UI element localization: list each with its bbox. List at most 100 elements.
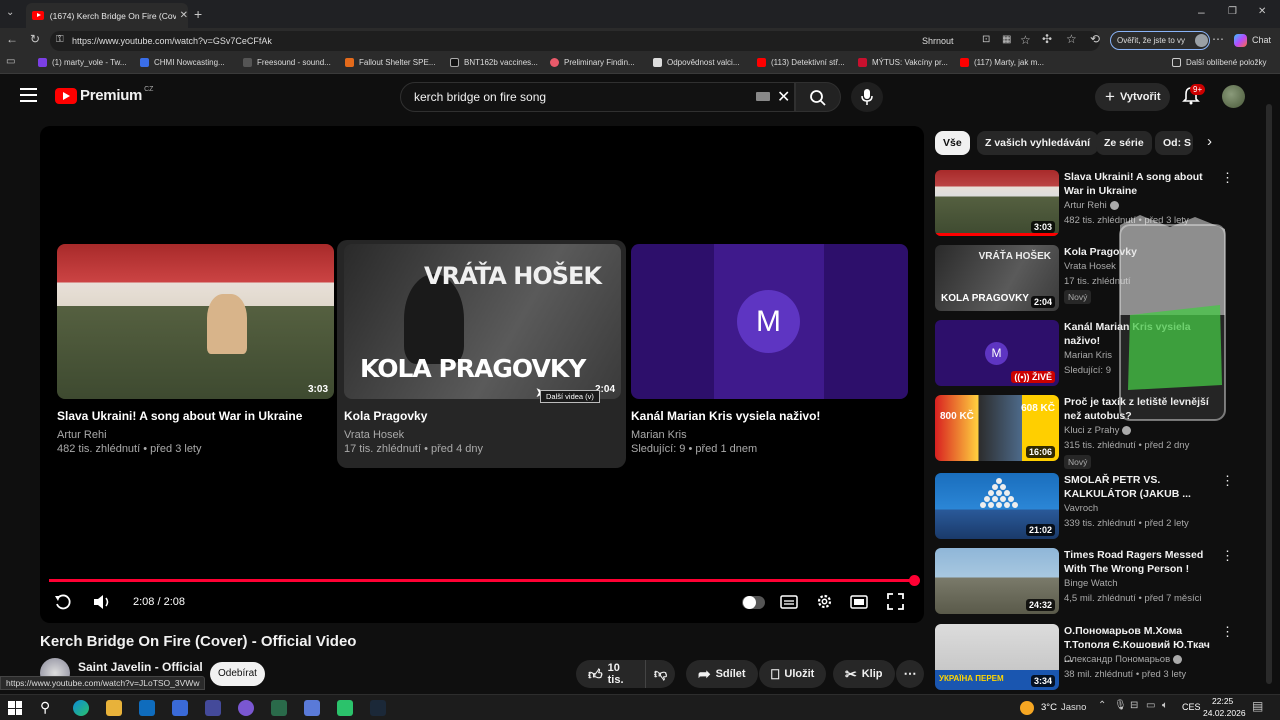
tab-close-icon[interactable]: ✕: [180, 10, 188, 21]
back-icon[interactable]: ←: [6, 33, 18, 45]
chip-from-channel[interactable]: Od: S: [1155, 131, 1193, 155]
notifications-button[interactable]: 9+: [1182, 84, 1206, 111]
calculator-icon[interactable]: [172, 700, 188, 716]
share-button[interactable]: ➦ Sdílet: [686, 660, 758, 688]
battery-icon[interactable]: ▭: [1146, 701, 1155, 711]
more-vertical-icon[interactable]: ⋮: [1221, 473, 1234, 489]
chat-button[interactable]: Chat: [1252, 35, 1271, 45]
more-vertical-icon[interactable]: ⋮: [1221, 548, 1234, 564]
file-explorer-icon[interactable]: [106, 700, 122, 716]
bookmark-item[interactable]: (113) Detektivní stř...: [757, 58, 845, 67]
url-field[interactable]: ⚿ https://www.youtube.com/watch?v=GSv7Ce…: [50, 31, 1100, 51]
chip-from-series[interactable]: Ze série: [1096, 131, 1152, 155]
bookmark-item[interactable]: CHMI Nowcasting...: [140, 58, 225, 67]
endcard-video[interactable]: 3:03 Slava Ukraini! A song about War in …: [57, 244, 334, 456]
clock-time[interactable]: 22:25: [1212, 696, 1233, 706]
like-button[interactable]: 👍︎ 10 tis.: [576, 660, 645, 688]
replay-icon[interactable]: [54, 593, 72, 611]
more-actions-button[interactable]: ⋯: [896, 660, 924, 688]
autoplay-toggle[interactable]: [742, 596, 765, 609]
verify-identity-button[interactable]: Ověřit, že jste to vy: [1110, 31, 1210, 50]
bookmark-item[interactable]: (117) Marty, jak m...: [960, 58, 1044, 67]
game-app-icon[interactable]: [337, 700, 353, 716]
chip-all[interactable]: Vše: [935, 131, 970, 155]
endcard-channel-live[interactable]: M Kanál Marian Kris vysiela naživo! Mari…: [631, 244, 908, 456]
more-vertical-icon[interactable]: ⋮: [1221, 624, 1234, 640]
scrollbar[interactable]: [1266, 104, 1272, 684]
tray-chevron-icon[interactable]: ⌃: [1098, 701, 1106, 711]
voice-search-button[interactable]: [851, 82, 883, 112]
bookmark-item[interactable]: MÝTUS: Vakcíny pr...: [858, 58, 948, 67]
fullscreen-icon[interactable]: [887, 593, 904, 610]
bookmark-item[interactable]: BNT162b vaccines...: [450, 58, 538, 67]
weather-icon[interactable]: [1020, 701, 1034, 715]
save-app-icon[interactable]: [205, 700, 221, 716]
dislike-button[interactable]: 👎︎: [645, 660, 675, 688]
recommended-video[interactable]: 21:02 SMOLAŘ PETR VS. KALKULÁTOR (JAKUB …: [935, 473, 1235, 539]
microphone-icon[interactable]: 🎙︎: [1114, 701, 1127, 711]
new-tab-icon[interactable]: +: [194, 7, 202, 21]
browser-tab-active[interactable]: (1674) Kerch Bridge On Fire (Cover ✕: [26, 3, 188, 28]
extension-icon[interactable]: ✣: [1042, 33, 1052, 45]
keyboard-icon[interactable]: [756, 92, 770, 101]
app-icon[interactable]: ▦: [1002, 35, 1011, 45]
windows-start-icon[interactable]: [8, 701, 22, 715]
tab-list-icon[interactable]: ⌄: [6, 8, 14, 18]
search-icon[interactable]: ⚲: [40, 700, 50, 714]
outlook-icon[interactable]: [139, 700, 155, 716]
bookmark-item[interactable]: Preliminary Findin...: [550, 58, 635, 67]
chevron-right-icon[interactable]: ›: [1207, 133, 1212, 150]
speaker-icon[interactable]: 🔈︎: [1162, 701, 1168, 711]
notification-center-icon[interactable]: ▤: [1252, 700, 1263, 712]
bookmark-item[interactable]: (1) marty_vole - Tw...: [38, 58, 127, 67]
account-avatar[interactable]: [1222, 85, 1245, 108]
create-button[interactable]: + Vytvořit: [1095, 83, 1170, 111]
app-icon[interactable]: [304, 700, 320, 716]
minimize-icon[interactable]: –: [1198, 6, 1205, 18]
maximize-icon[interactable]: ❐: [1228, 7, 1237, 17]
channel-name[interactable]: Saint Javelin - Official: [78, 660, 203, 674]
more-vertical-icon[interactable]: ⋮: [1221, 170, 1234, 186]
subscribe-button[interactable]: Odebírat: [210, 662, 265, 686]
progress-scrubber[interactable]: [909, 575, 920, 586]
network-icon[interactable]: ⊟: [1130, 701, 1138, 711]
subtitles-icon[interactable]: [780, 595, 798, 609]
bookmark-item[interactable]: Freesound - sound...: [243, 58, 331, 67]
read-aloud-icon[interactable]: ⊡: [982, 35, 990, 45]
chip-from-searches[interactable]: Z vašich vyhledávání: [977, 131, 1099, 155]
recommended-video[interactable]: 24:32 Times Road Ragers Messed With The …: [935, 548, 1235, 614]
progress-bar[interactable]: [49, 579, 915, 582]
copilot-icon[interactable]: [1234, 34, 1247, 47]
more-menu-icon[interactable]: ⋯: [1212, 33, 1224, 45]
reload-icon[interactable]: ↻: [30, 33, 40, 45]
theater-mode-icon[interactable]: [850, 595, 868, 609]
recommended-video[interactable]: УКРАЇНА ПЕРЕМ 3:34 О.Пономарьов М.Хома Т…: [935, 624, 1235, 690]
clip-button[interactable]: ✂ Klip: [833, 660, 895, 688]
other-bookmarks[interactable]: Další oblíbené položky: [1172, 58, 1267, 67]
language-indicator[interactable]: CES: [1182, 702, 1201, 712]
favorite-star-icon[interactable]: ☆: [1020, 34, 1031, 46]
summary-button[interactable]: Shrnout: [922, 36, 954, 46]
terminal-icon[interactable]: [271, 700, 287, 716]
menu-icon[interactable]: [20, 88, 37, 102]
clock-date[interactable]: 24.02.2026: [1203, 708, 1246, 718]
tab-actions-icon[interactable]: ▭: [6, 57, 15, 67]
chat-app-icon[interactable]: [238, 700, 254, 716]
favorites-icon[interactable]: ☆: [1066, 33, 1077, 45]
save-button[interactable]: ⎕ Uložit: [759, 660, 827, 688]
volume-icon[interactable]: [92, 593, 112, 611]
steam-icon[interactable]: [370, 700, 386, 716]
window-close-icon[interactable]: ✕: [1258, 7, 1266, 17]
settings-gear-icon[interactable]: [816, 593, 833, 610]
search-input[interactable]: kerch bridge on fire song ✕: [400, 82, 795, 112]
edge-icon[interactable]: [73, 700, 89, 716]
video-player[interactable]: 3:03 Slava Ukraini! A song about War in …: [40, 126, 924, 623]
clear-search-icon[interactable]: ✕: [777, 87, 790, 107]
bookmark-item[interactable]: Odpovědnost valci...: [653, 58, 739, 67]
site-info-icon[interactable]: ⚿: [56, 35, 64, 45]
youtube-logo[interactable]: Premium CZ: [55, 86, 153, 104]
history-icon[interactable]: ⟲: [1090, 33, 1100, 45]
search-button[interactable]: [795, 82, 841, 112]
endcard-video[interactable]: VRÁŤA HOŠEK KOLA PRAGOVKY 2:04 Kola Prag…: [344, 244, 621, 456]
bookmark-item[interactable]: Fallout Shelter SPE...: [345, 58, 435, 67]
